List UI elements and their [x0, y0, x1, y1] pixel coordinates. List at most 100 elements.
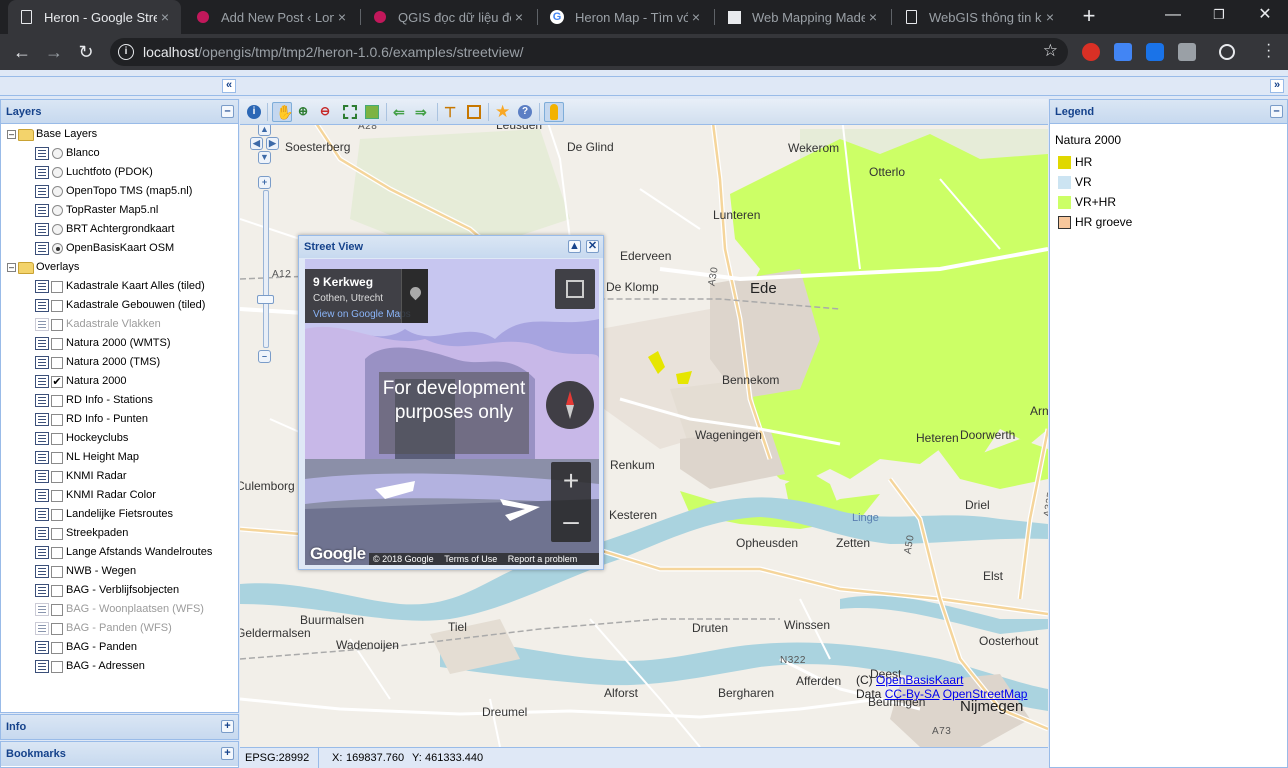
layer-node[interactable]: KNMI Radar Color: [1, 486, 238, 505]
history-back-button[interactable]: ⇐: [391, 102, 411, 122]
reload-button[interactable]: ↻: [73, 39, 99, 65]
layer-node[interactable]: Streekpaden: [1, 524, 238, 543]
overlay-checkbox[interactable]: [51, 300, 63, 312]
lightbulb-extension-icon[interactable]: [1178, 43, 1196, 61]
layer-node[interactable]: TopRaster Map5.nl: [1, 201, 238, 220]
measure-length-button[interactable]: ⊤: [442, 102, 462, 122]
layer-node[interactable]: Landelijke Fietsroutes: [1, 505, 238, 524]
browser-tab[interactable]: Web Mapping Made ×: [716, 0, 889, 34]
legend-collapse-button[interactable]: –: [1270, 105, 1283, 118]
chrome-menu-icon[interactable]: · · ·: [1266, 37, 1272, 65]
zoom-slider-track[interactable]: [263, 190, 269, 348]
layer-node[interactable]: NL Height Map: [1, 448, 238, 467]
layer-node[interactable]: Natura 2000 (TMS): [1, 353, 238, 372]
street-view-zoom-in-button[interactable]: +: [551, 462, 591, 502]
close-tab-icon[interactable]: ×: [511, 9, 527, 25]
overlay-checkbox[interactable]: [51, 471, 63, 483]
incognito-icon[interactable]: [1219, 44, 1235, 60]
layer-node[interactable]: BAG - Adressen: [1, 657, 238, 676]
overlay-checkbox[interactable]: [51, 319, 63, 331]
browser-tab[interactable]: G Heron Map - Tìm với ×: [539, 0, 712, 34]
address-bar[interactable]: i localhost/opengis/tmp/tmp2/heron-1.0.6…: [110, 38, 1068, 66]
layer-node[interactable]: BAG - Verblijfsobjecten: [1, 581, 238, 600]
back-button[interactable]: ←: [9, 39, 35, 65]
collapse-toggle-icon[interactable]: –: [7, 130, 16, 139]
help-button[interactable]: ?: [515, 102, 535, 122]
zoom-in-button[interactable]: +: [258, 176, 271, 189]
zoom-extent-button[interactable]: [340, 102, 360, 122]
url-text[interactable]: localhost/opengis/tmp/tmp2/heron-1.0.6/e…: [143, 44, 524, 60]
zoom-visible-button[interactable]: [362, 102, 382, 122]
street-view-close-button[interactable]: ✕: [586, 240, 599, 253]
info-panel-header[interactable]: Info +: [1, 715, 238, 739]
close-window-button[interactable]: ✕: [1242, 0, 1288, 30]
overlay-checkbox[interactable]: [51, 585, 63, 597]
overlay-checkbox[interactable]: [51, 623, 63, 635]
compass-control[interactable]: [546, 381, 594, 429]
terms-of-use-link[interactable]: Terms of Use: [444, 554, 497, 564]
layer-node[interactable]: Hockeyclubs: [1, 429, 238, 448]
overlay-checkbox[interactable]: [51, 509, 63, 521]
history-forward-button[interactable]: ⇒: [413, 102, 433, 122]
layer-node[interactable]: ✔ Natura 2000: [1, 372, 238, 391]
collapse-toggle-icon[interactable]: –: [7, 263, 16, 272]
overlay-checkbox[interactable]: [51, 642, 63, 654]
translate-extension-icon[interactable]: [1114, 43, 1132, 61]
layer-node[interactable]: BAG - Woonplaatsen (WFS): [1, 600, 238, 619]
overlay-checkbox[interactable]: [51, 547, 63, 559]
adblock-extension-icon[interactable]: [1082, 43, 1100, 61]
overlay-checkbox[interactable]: [51, 661, 63, 673]
overlay-checkbox[interactable]: [51, 604, 63, 616]
overlay-checkbox[interactable]: [51, 433, 63, 445]
restore-button[interactable]: ❐: [1196, 0, 1242, 30]
overlay-checkbox[interactable]: ✔: [51, 376, 63, 388]
zoom-slider-handle[interactable]: [257, 295, 274, 304]
pan-east-button[interactable]: ▶: [266, 137, 279, 150]
layer-node[interactable]: RD Info - Stations: [1, 391, 238, 410]
layer-node[interactable]: OpenTopo TMS (map5.nl): [1, 182, 238, 201]
collapse-east-button[interactable]: »: [1270, 79, 1284, 93]
overlay-checkbox[interactable]: [51, 414, 63, 426]
street-view-panorama[interactable]: 9 Kerkweg Cothen, Utrecht View on Google…: [305, 259, 599, 565]
layer-folder[interactable]: – Overlays: [1, 258, 238, 277]
base-layer-radio[interactable]: [52, 205, 63, 216]
browser-tab[interactable]: Add New Post ‹ Long ×: [185, 0, 358, 34]
pan-button[interactable]: ✋: [272, 102, 293, 122]
info-expand-button[interactable]: +: [221, 720, 234, 733]
close-tab-icon[interactable]: ×: [688, 9, 704, 25]
close-tab-icon[interactable]: ×: [1042, 9, 1058, 25]
zoom-out-button[interactable]: –: [258, 350, 271, 363]
favorite-button[interactable]: ★: [493, 102, 513, 122]
layers-collapse-button[interactable]: –: [221, 105, 234, 118]
overlay-checkbox[interactable]: [51, 452, 63, 464]
browser-tab[interactable]: QGIS đọc dữ liệu để ×: [362, 0, 535, 34]
map-pin-icon[interactable]: [401, 269, 428, 323]
layer-node[interactable]: Natura 2000 (WMTS): [1, 334, 238, 353]
browser-tab[interactable]: Heron - Google Stree ×: [8, 0, 181, 34]
layer-node[interactable]: Kadastrale Kaart Alles (tiled): [1, 277, 238, 296]
streetview-button[interactable]: [544, 102, 564, 122]
fullscreen-button[interactable]: [555, 269, 595, 309]
close-tab-icon[interactable]: ×: [865, 9, 881, 25]
base-layer-radio[interactable]: [52, 148, 63, 159]
street-view-zoom-out-button[interactable]: –: [551, 502, 591, 542]
layer-node[interactable]: BAG - Panden: [1, 638, 238, 657]
layer-folder[interactable]: – Base Layers: [1, 125, 238, 144]
layer-node[interactable]: OpenBasisKaart OSM: [1, 239, 238, 258]
overlay-checkbox[interactable]: [51, 395, 63, 407]
attribution-openbasiskaart-link[interactable]: OpenBasisKaart: [876, 673, 963, 687]
j-extension-icon[interactable]: [1146, 43, 1164, 61]
bookmark-star-icon[interactable]: ☆: [1043, 41, 1058, 61]
attribution-license-link[interactable]: CC-By-SA: [885, 687, 940, 701]
overlay-checkbox[interactable]: [51, 281, 63, 293]
report-problem-link[interactable]: Report a problem: [508, 554, 578, 564]
measure-area-button[interactable]: [464, 102, 484, 122]
close-tab-icon[interactable]: ×: [157, 9, 173, 25]
forward-button[interactable]: →: [41, 39, 67, 65]
pan-west-button[interactable]: ◀: [250, 137, 263, 150]
layer-node[interactable]: Kadastrale Vlakken: [1, 315, 238, 334]
base-layer-radio[interactable]: [52, 224, 63, 235]
new-tab-button[interactable]: +: [1078, 5, 1100, 27]
layer-node[interactable]: Luchtfoto (PDOK): [1, 163, 238, 182]
attribution-osm-link[interactable]: OpenStreetMap: [943, 687, 1028, 701]
